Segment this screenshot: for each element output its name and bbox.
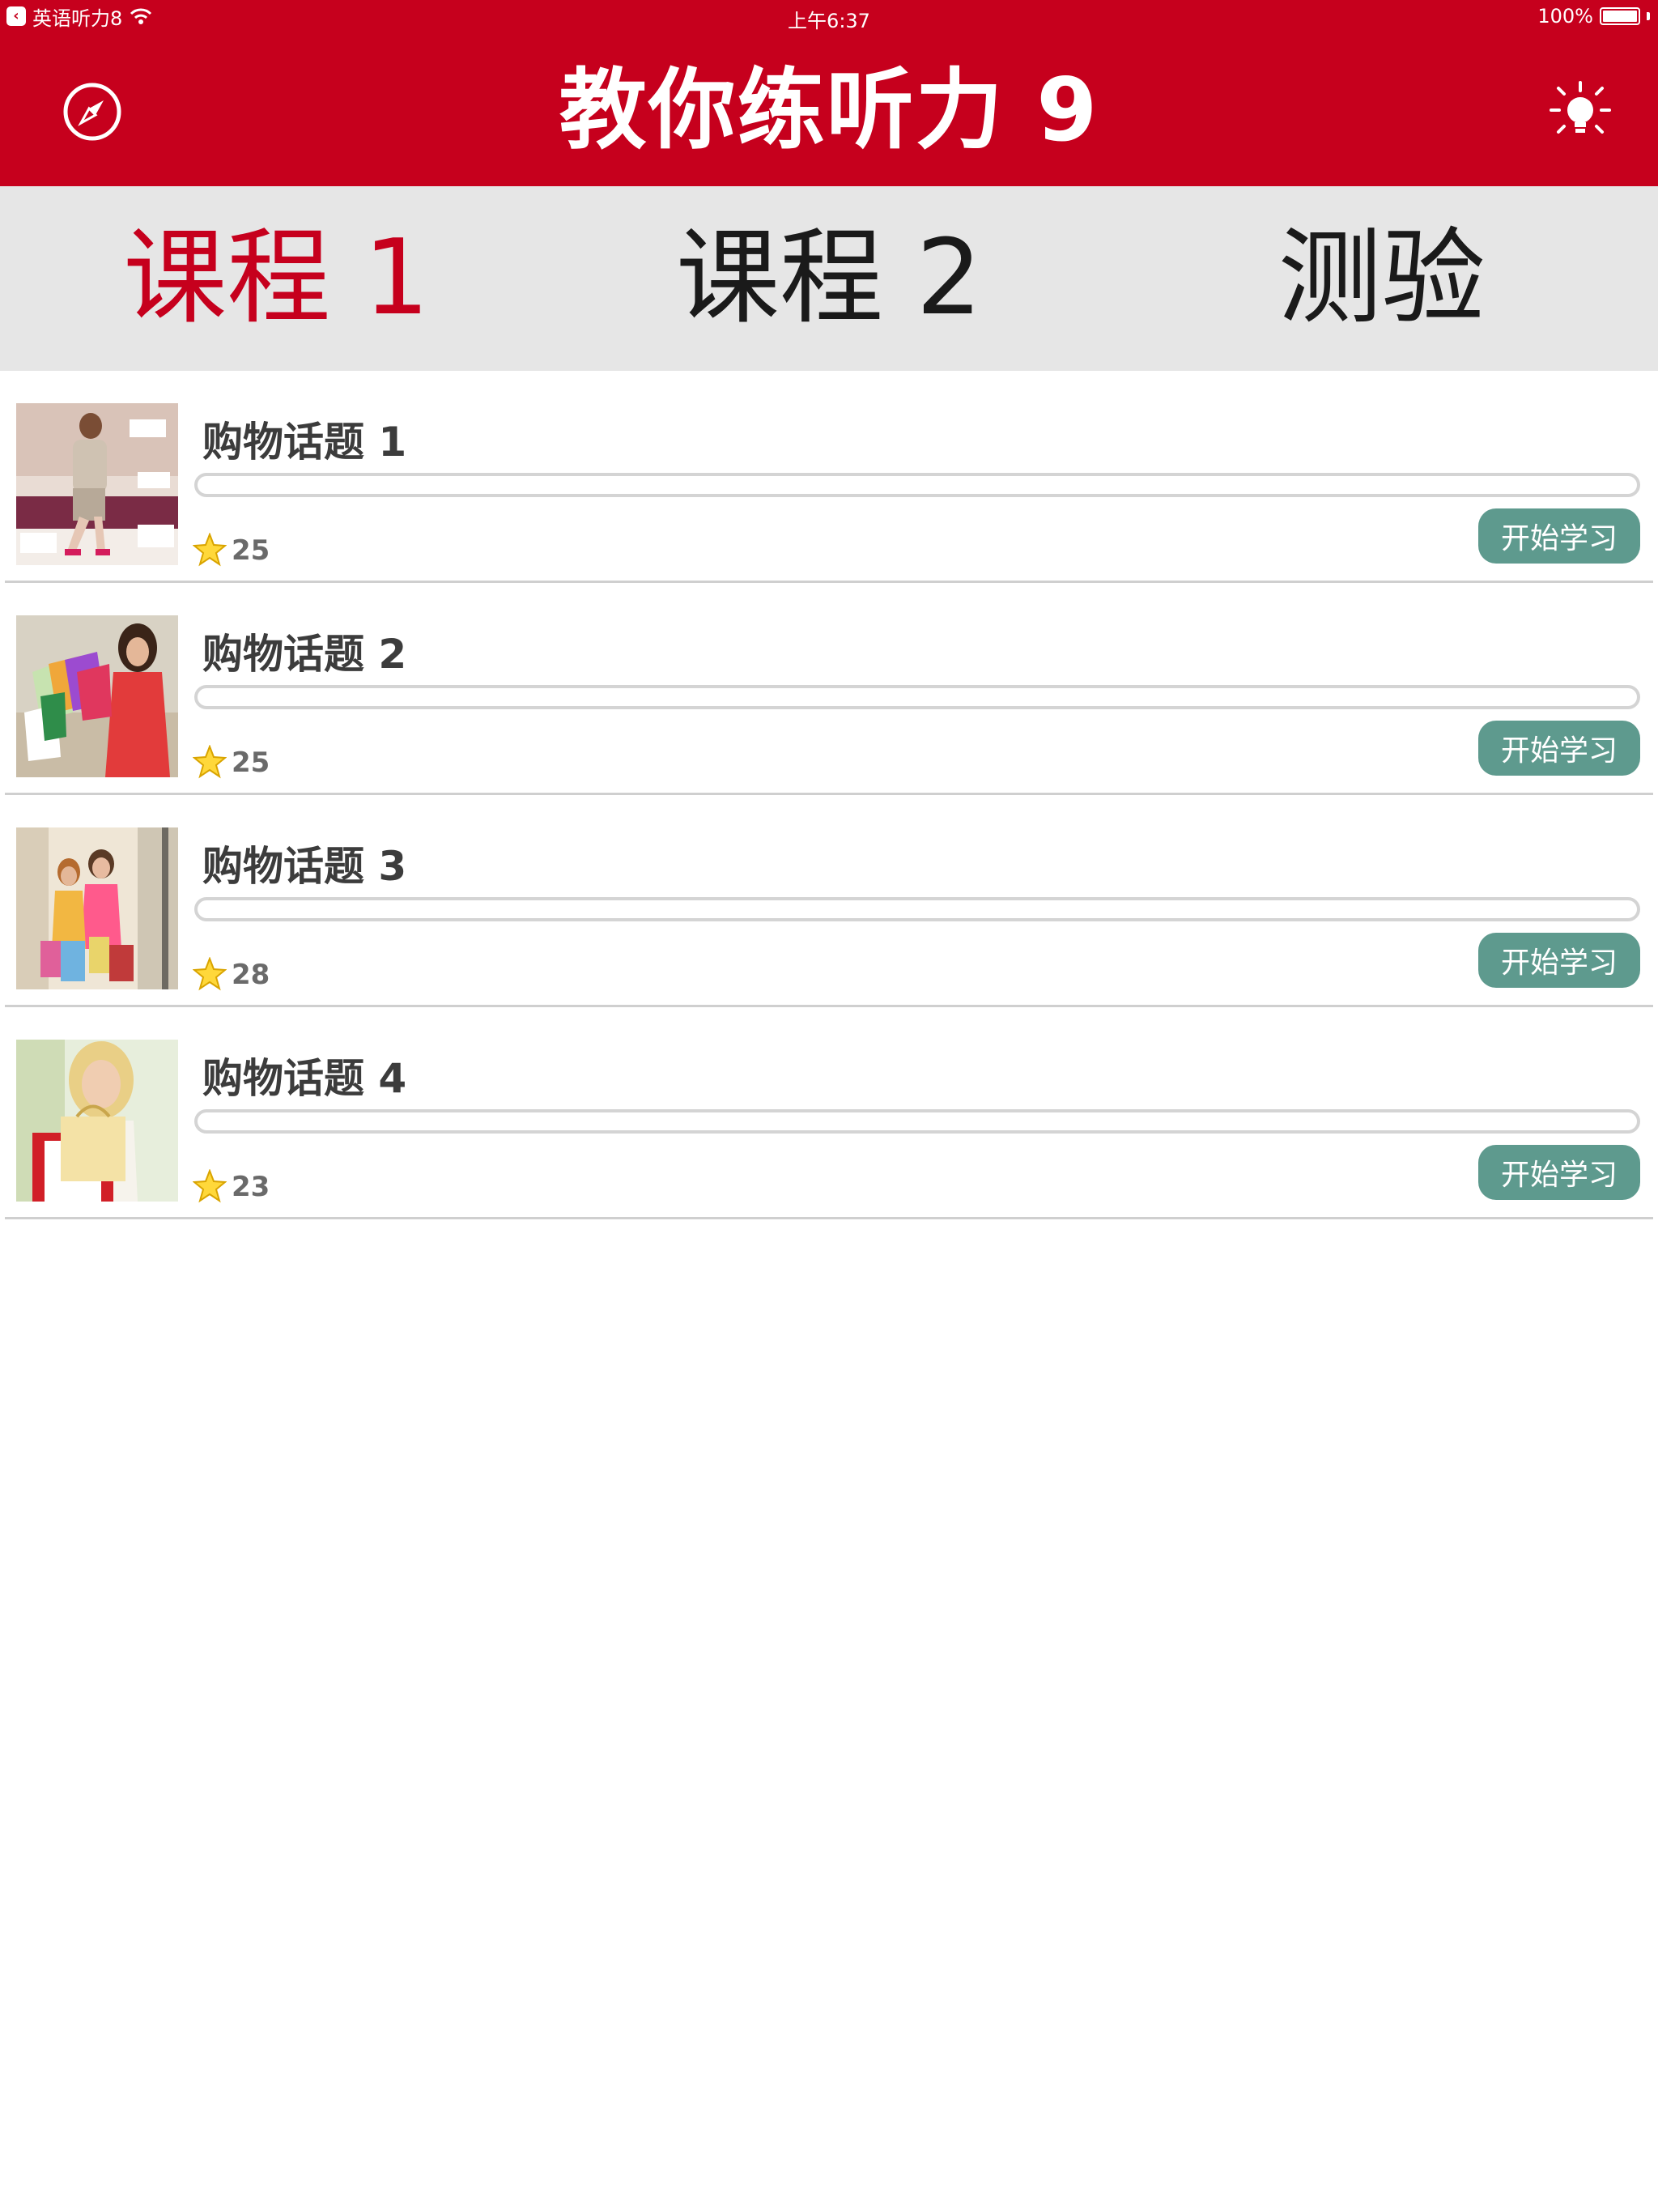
battery-tip [1647, 12, 1650, 20]
lightbulb-icon [1550, 81, 1611, 134]
blonde-woman-shopping-bag-photo [16, 1040, 178, 1202]
course-tabs: 课程 1 课程 2 测验 [0, 186, 1658, 371]
battery-percent: 100% [1537, 5, 1593, 28]
nav-bar: 教你练听力 9 [0, 32, 1658, 186]
star-count: 23 [232, 1171, 270, 1203]
start-learning-button[interactable]: 开始学习 [1478, 933, 1640, 988]
start-learning-button[interactable]: 开始学习 [1478, 1145, 1640, 1200]
star-icon [193, 533, 227, 567]
woman-with-shopping-bags-photo [16, 615, 178, 777]
lesson-thumbnail[interactable] [16, 827, 178, 989]
list-item[interactable]: 购物话题 2 25 开始学习 [0, 583, 1658, 795]
status-right: 100% [1537, 5, 1650, 28]
lesson-thumbnail[interactable] [16, 615, 178, 777]
status-time: 上午6:37 [788, 10, 870, 32]
lesson-progress-bar [194, 897, 1640, 921]
lesson-thumbnail[interactable] [16, 1040, 178, 1202]
woman-trying-shoes-photo [16, 403, 178, 565]
lightbulb-button[interactable] [1546, 78, 1614, 146]
battery-level [1603, 11, 1637, 22]
lesson-progress-bar [194, 1109, 1640, 1134]
star-icon [193, 745, 227, 779]
star-count: 25 [232, 534, 270, 567]
lesson-progress-bar [194, 685, 1640, 709]
lesson-list: 购物话题 1 25 开始学习 购物话题 2 25 开始学习 购物话题 3 28 … [0, 371, 1658, 1219]
status-bar: ‹ 英语听力8 上午6:37 100% [0, 0, 1658, 32]
list-item[interactable]: 购物话题 1 25 开始学习 [0, 371, 1658, 583]
star-count: 25 [232, 747, 270, 779]
lesson-title: 购物话题 2 [202, 631, 407, 678]
lesson-title: 购物话题 1 [202, 419, 407, 466]
tab-course-1[interactable]: 课程 1 [0, 186, 553, 371]
star-icon [193, 957, 227, 991]
lesson-title: 购物话题 3 [202, 843, 407, 890]
two-women-shopping-photo [16, 827, 178, 989]
tab-quiz[interactable]: 测验 [1105, 186, 1658, 371]
lesson-title: 购物话题 4 [202, 1055, 407, 1102]
start-learning-button[interactable]: 开始学习 [1478, 721, 1640, 776]
tab-course-2[interactable]: 课程 2 [553, 186, 1106, 371]
page-title: 教你练听力 9 [559, 60, 1099, 161]
start-learning-button[interactable]: 开始学习 [1478, 508, 1640, 564]
lesson-thumbnail[interactable] [16, 403, 178, 565]
star-count: 28 [232, 959, 270, 991]
list-item[interactable]: 购物话题 3 28 开始学习 [0, 795, 1658, 1007]
star-icon [193, 1169, 227, 1203]
lesson-progress-bar [194, 473, 1640, 497]
battery-icon [1600, 7, 1640, 25]
list-item[interactable]: 购物话题 4 23 开始学习 [0, 1007, 1658, 1219]
row-divider [5, 1217, 1653, 1219]
